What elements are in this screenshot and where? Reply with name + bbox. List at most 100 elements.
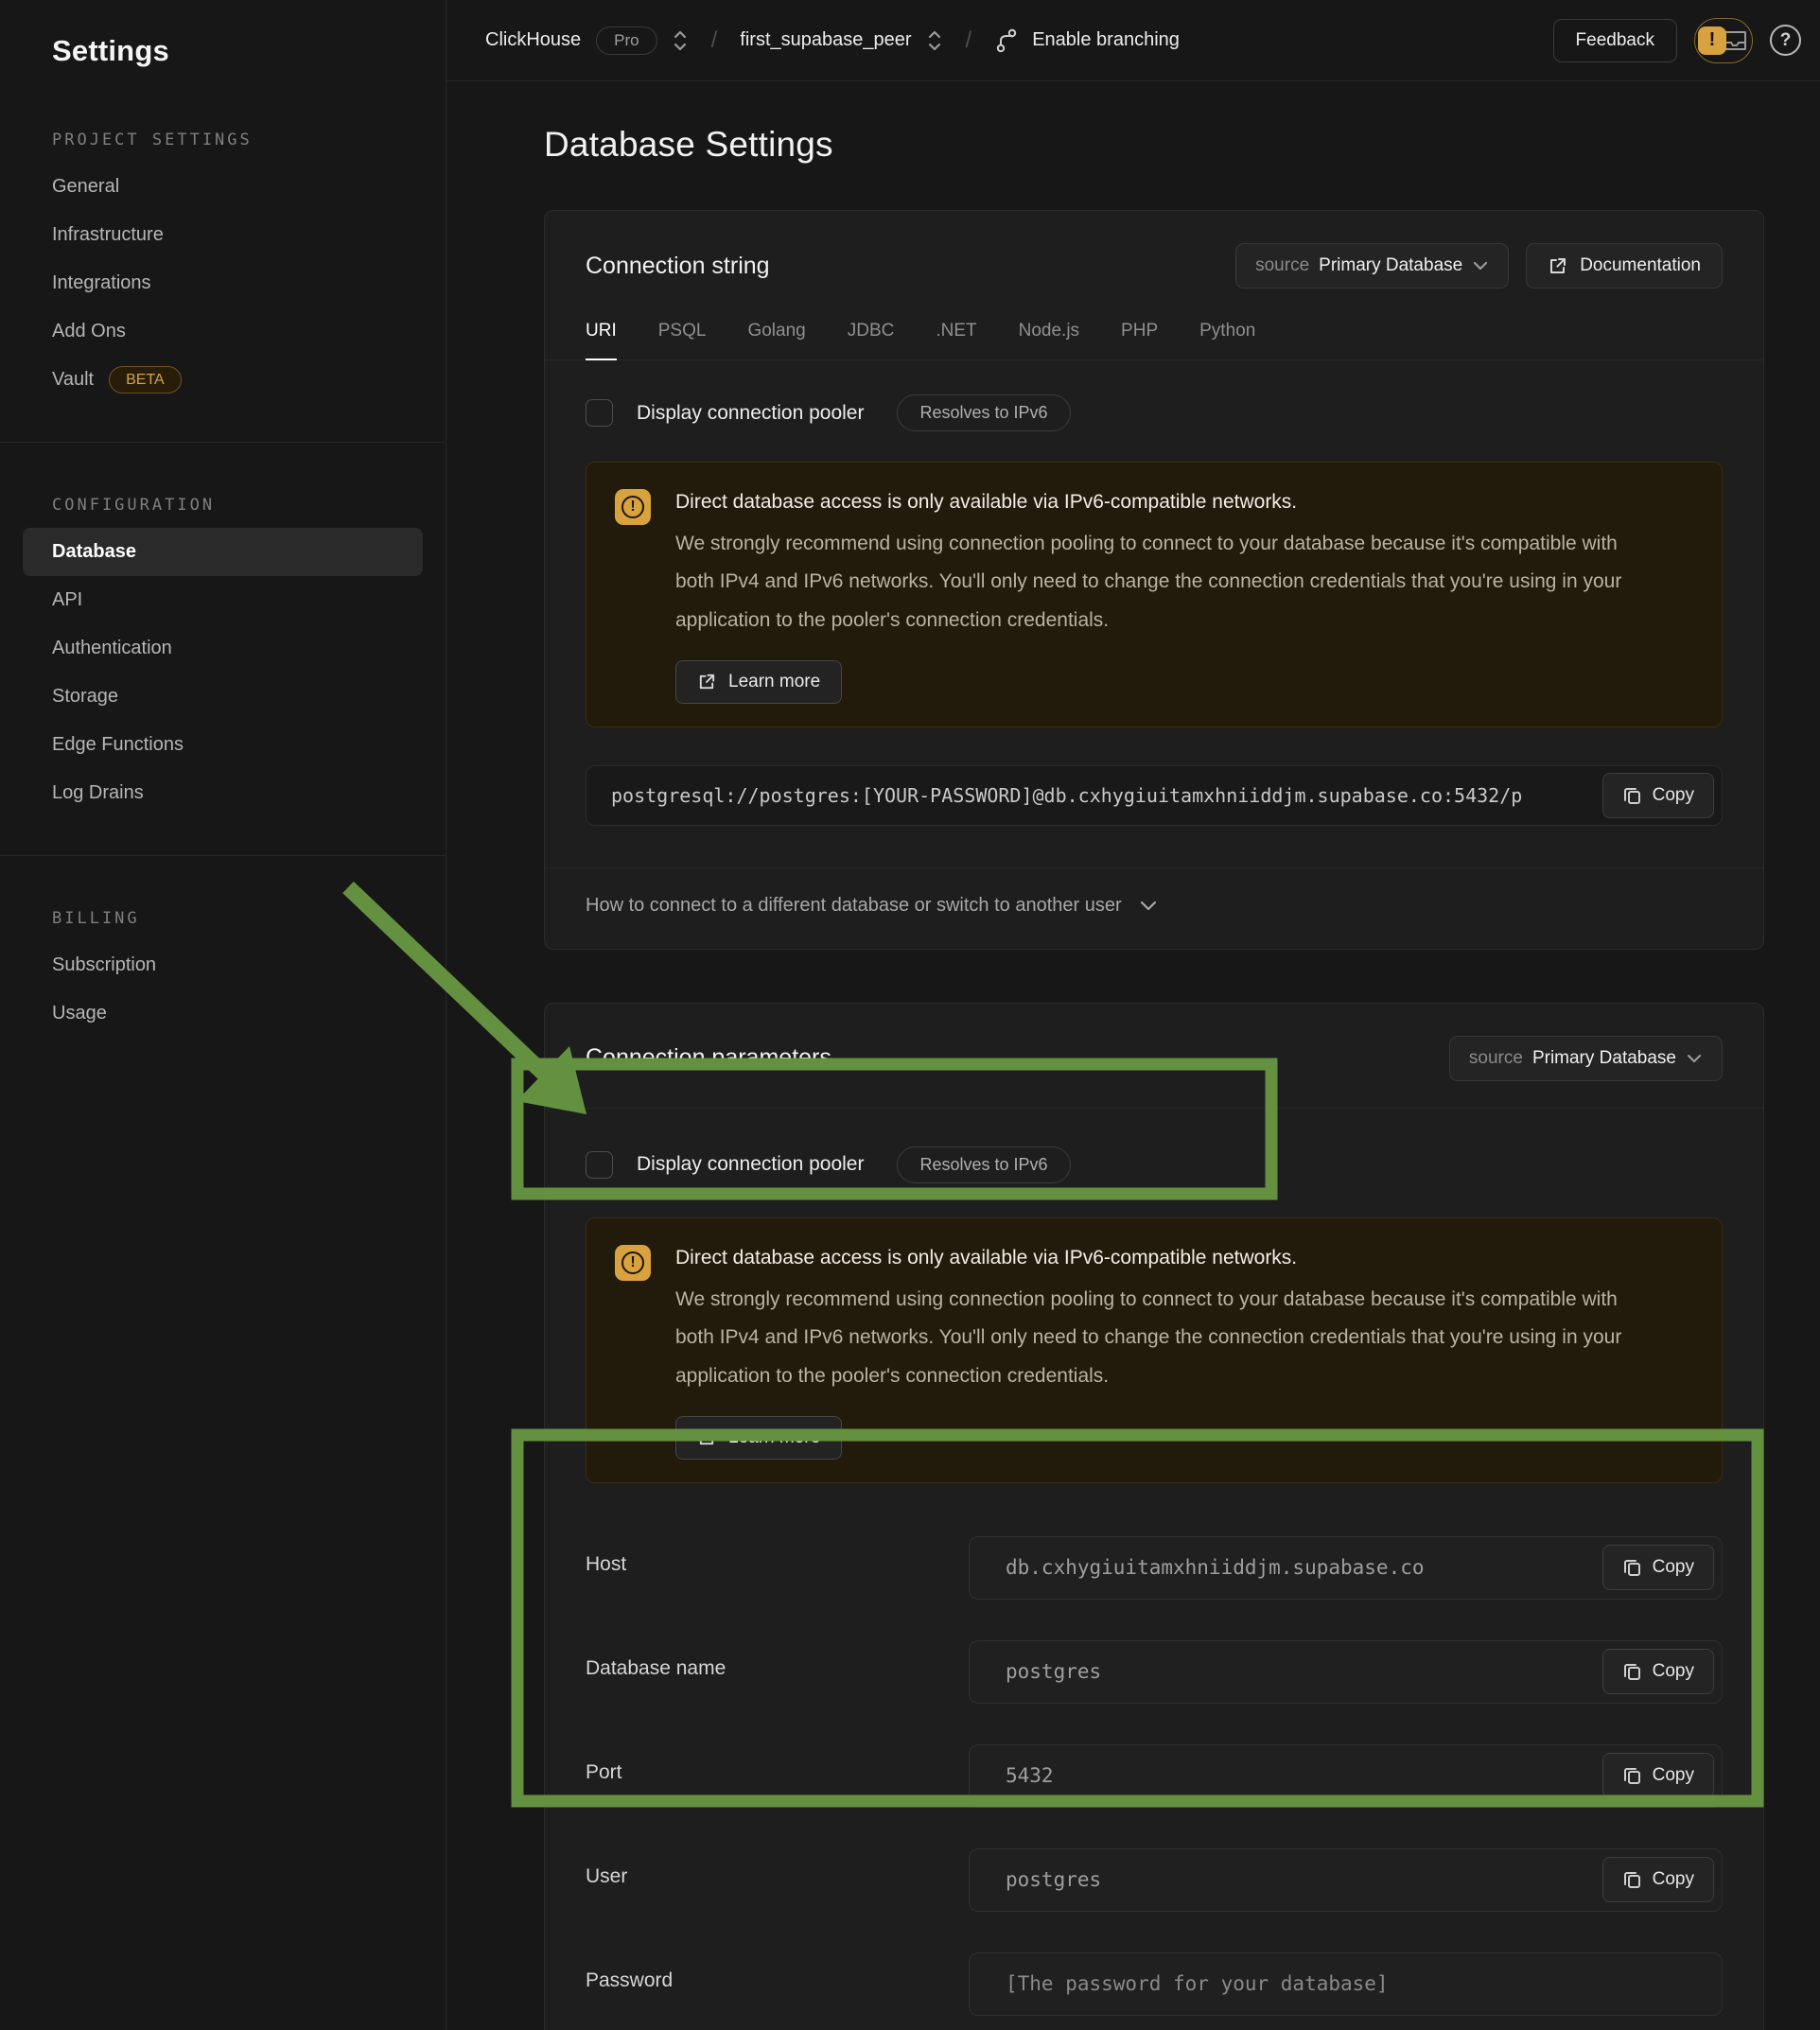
tab-uri[interactable]: URI: [586, 321, 617, 359]
app: Settings PROJECT SETTINGSGeneralInfrastr…: [0, 0, 1820, 2030]
sidebar-section-heading: CONFIGURATION: [0, 443, 446, 528]
sidebar-item-label: Edge Functions: [52, 734, 184, 756]
copy-button-port[interactable]: Copy: [1602, 1753, 1714, 1798]
tab-jdbc[interactable]: JDBC: [848, 321, 895, 359]
sidebar-item-label: Database: [52, 541, 136, 563]
copy-button-host[interactable]: Copy: [1602, 1545, 1714, 1590]
sidebar-item-label: Add Ons: [52, 321, 126, 342]
connection-parameters-card: Connection parameters source Primary Dat…: [544, 1003, 1764, 2030]
sidebar-item-subscription[interactable]: Subscription: [23, 941, 423, 989]
copy-icon: [1622, 1765, 1642, 1785]
sidebar-item-label: Authentication: [52, 638, 172, 659]
param-row-password: Password[The password for your database]: [586, 1952, 1723, 2016]
sidebar-item-vault[interactable]: Vault BETA: [23, 356, 423, 404]
warning-body: We strongly recommend using connection p…: [675, 1281, 1640, 1395]
git-branch-icon: [994, 27, 1019, 54]
param-row-user: UserpostgresCopy: [586, 1848, 1723, 1912]
connection-string-value[interactable]: postgresql://postgres:[YOUR-PASSWORD]@db…: [586, 765, 1723, 826]
connection-help-label: How to connect to a different database o…: [586, 895, 1122, 917]
feedback-button[interactable]: Feedback: [1553, 19, 1677, 62]
source-select[interactable]: source Primary Database: [1449, 1036, 1723, 1081]
sidebar-item-storage[interactable]: Storage: [23, 673, 423, 721]
external-link-icon: [697, 1428, 716, 1447]
breadcrumb-project[interactable]: first_supabase_peer: [740, 29, 911, 51]
tab-golang[interactable]: Golang: [747, 321, 805, 359]
page-content: Database Settings Connection string sour…: [446, 81, 1820, 2030]
display-connection-pooler-label: Display connection pooler: [637, 1153, 864, 1176]
sidebar-item-add-ons[interactable]: Add Ons: [23, 307, 423, 356]
sidebar-item-label: Subscription: [52, 954, 156, 976]
source-label: source: [1255, 255, 1309, 276]
breadcrumb: ClickHouse Pro / first_supabase_peer / E…: [485, 26, 1180, 55]
sidebar-item-label: Log Drains: [52, 782, 144, 804]
sidebar-item-infrastructure[interactable]: Infrastructure: [23, 211, 423, 259]
copy-icon: [1622, 1661, 1642, 1681]
warning-body: We strongly recommend using connection p…: [675, 525, 1640, 639]
ipv6-warning: ! Direct database access is only availab…: [586, 1217, 1723, 1483]
warning-icon: !: [615, 489, 651, 525]
display-connection-pooler-checkbox[interactable]: [586, 399, 613, 427]
display-connection-pooler-label: Display connection pooler: [637, 402, 864, 425]
sidebar-item-api[interactable]: API: [23, 576, 423, 624]
beta-badge: BETA: [109, 366, 182, 394]
resolves-to-ipv6-badge: Resolves to IPv6: [897, 1146, 1070, 1183]
org-switcher-chevrons-icon[interactable]: [672, 28, 689, 53]
param-label: Port: [586, 1744, 969, 1808]
sidebar-item-log-drains[interactable]: Log Drains: [23, 769, 423, 817]
external-link-icon: [1548, 256, 1567, 276]
topbar-actions: Feedback ! ?: [1553, 18, 1801, 63]
notification-badge-icon: !: [1698, 26, 1726, 55]
source-label: source: [1469, 1048, 1523, 1069]
sidebar-item-integrations[interactable]: Integrations: [23, 259, 423, 307]
enable-branching[interactable]: Enable branching: [994, 27, 1180, 54]
project-switcher-chevrons-icon[interactable]: [926, 28, 943, 53]
tab-php[interactable]: PHP: [1121, 321, 1158, 359]
sidebar-item-edge-functions[interactable]: Edge Functions: [23, 721, 423, 769]
learn-more-label: Learn more: [728, 1427, 820, 1448]
connection-help-expander[interactable]: How to connect to a different database o…: [545, 867, 1763, 949]
sidebar-item-label: Vault: [52, 369, 94, 391]
breadcrumb-separator: /: [966, 27, 972, 54]
chevron-down-icon: [1139, 900, 1158, 912]
notifications-button[interactable]: !: [1694, 18, 1753, 63]
source-select[interactable]: source Primary Database: [1235, 243, 1509, 289]
documentation-label: Documentation: [1580, 255, 1701, 276]
enable-branching-label: Enable branching: [1032, 29, 1180, 51]
param-label: Host: [586, 1536, 969, 1600]
learn-more-label: Learn more: [728, 672, 820, 692]
learn-more-button[interactable]: Learn more: [675, 660, 842, 704]
connection-string-card: Connection string source Primary Databas…: [544, 210, 1764, 950]
param-row-port: Port5432Copy: [586, 1744, 1723, 1808]
param-label: Password: [586, 1952, 969, 2016]
display-connection-pooler-checkbox[interactable]: [586, 1151, 613, 1179]
tab-nodejs[interactable]: Node.js: [1019, 321, 1079, 359]
tab-python[interactable]: Python: [1199, 321, 1255, 359]
param-row-host: Hostdb.cxhygiuitamxhniiddjm.supabase.coC…: [586, 1536, 1723, 1600]
ipv6-warning: ! Direct database access is only availab…: [586, 462, 1723, 727]
learn-more-button[interactable]: Learn more: [675, 1416, 842, 1460]
breadcrumb-org[interactable]: ClickHouse: [485, 29, 581, 51]
sidebar-item-general[interactable]: General: [23, 163, 423, 211]
help-button[interactable]: ?: [1770, 25, 1801, 56]
external-link-icon: [697, 673, 716, 691]
documentation-button[interactable]: Documentation: [1526, 243, 1723, 289]
chevron-down-icon: [1472, 260, 1489, 271]
connection-string-title: Connection string: [586, 253, 770, 280]
sidebar-title: Settings: [0, 0, 446, 68]
sidebar-item-usage[interactable]: Usage: [23, 989, 423, 1038]
breadcrumb-separator: /: [711, 27, 718, 54]
copy-button-user[interactable]: Copy: [1602, 1857, 1714, 1902]
sidebar-item-database[interactable]: Database: [23, 528, 423, 576]
warning-title: Direct database access is only available…: [675, 1241, 1640, 1269]
param-value-password[interactable]: [The password for your database]: [969, 1952, 1723, 2016]
copy-button-database-name[interactable]: Copy: [1602, 1649, 1714, 1694]
sidebar-item-authentication[interactable]: Authentication: [23, 624, 423, 673]
copy-connection-string-button[interactable]: Copy: [1602, 773, 1714, 818]
sidebar-item-label: General: [52, 176, 119, 198]
param-label: Database name: [586, 1640, 969, 1704]
copy-icon: [1622, 1557, 1642, 1577]
plan-badge: Pro: [596, 26, 656, 55]
tab-psql[interactable]: PSQL: [658, 321, 707, 359]
tab-net[interactable]: .NET: [936, 321, 976, 359]
sidebar-item-label: Usage: [52, 1003, 107, 1024]
